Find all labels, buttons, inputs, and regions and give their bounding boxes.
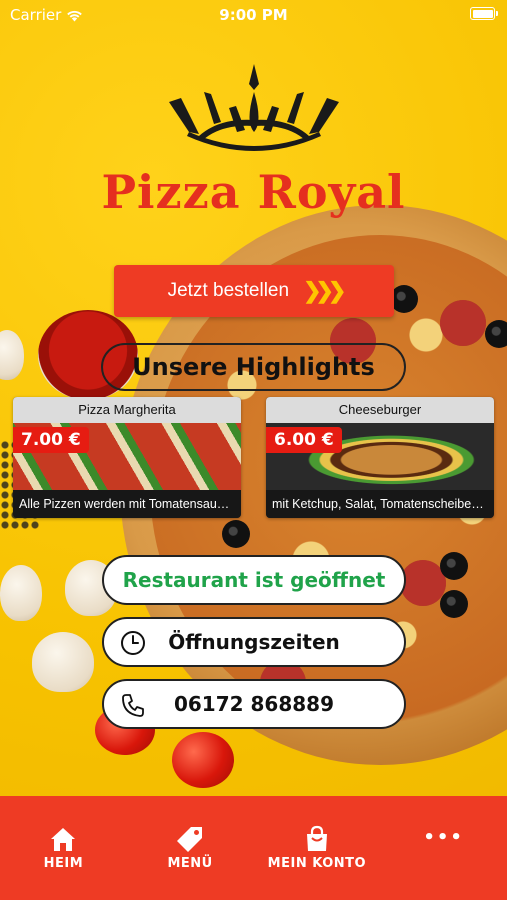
more-icon: •••	[423, 827, 464, 848]
tomato	[172, 732, 234, 788]
tab-home[interactable]: HEIM	[0, 796, 127, 900]
double-chevron-right-icon: ❯❯❯	[303, 278, 346, 303]
mushroom	[0, 330, 24, 380]
highlight-card-title: Cheeseburger	[266, 397, 494, 423]
highlight-card-description: Alle Pizzen werden mit Tomatensauce u...	[13, 490, 241, 518]
highlight-card-description: mit Ketchup, Salat, Tomatenscheiben, s..…	[266, 490, 494, 518]
highlight-card-pizza-margherita[interactable]: Pizza Margherita 7.00 € Alle Pizzen werd…	[13, 397, 241, 518]
brand-logo	[0, 62, 507, 162]
price-badge: 6.00 €	[266, 427, 342, 453]
tab-bar: HEIM MENÜ MEIN KONTO •••	[0, 796, 507, 900]
olive	[440, 590, 468, 618]
tab-account-label: MEIN KONTO	[267, 856, 367, 871]
restaurant-status-badge: Restaurant ist geöffnet	[102, 555, 406, 605]
battery-icon	[470, 7, 498, 20]
olive	[485, 320, 507, 348]
opening-hours-label: Öffnungszeiten	[168, 630, 340, 654]
highlights-heading: Unsere Highlights	[101, 343, 406, 391]
opening-hours-button[interactable]: Öffnungszeiten	[102, 617, 406, 667]
highlight-card-cheeseburger[interactable]: Cheeseburger 6.00 € mit Ketchup, Salat, …	[266, 397, 494, 518]
status-bar: Carrier 9:00 PM	[0, 0, 507, 30]
status-time: 9:00 PM	[219, 6, 288, 24]
olive	[222, 520, 250, 548]
phone-number: 06172 868889	[173, 692, 335, 716]
tab-account[interactable]: MEIN KONTO	[254, 796, 381, 900]
order-now-label: Jetzt bestellen	[167, 280, 290, 301]
olive	[390, 285, 418, 313]
crown-icon	[168, 64, 339, 151]
brand-name: Pizza Royal	[101, 165, 406, 219]
salami-slice	[440, 300, 486, 346]
price-badge: 7.00 €	[13, 427, 89, 453]
tab-menu[interactable]: MENÜ	[127, 796, 254, 900]
shopping-bag-icon	[306, 825, 327, 851]
highlight-card-title: Pizza Margherita	[13, 397, 241, 423]
phone-icon	[122, 694, 144, 717]
tab-home-label: HEIM	[43, 856, 84, 871]
home-icon	[51, 828, 76, 851]
mushroom	[32, 632, 94, 692]
tab-menu-label: MENÜ	[167, 856, 213, 871]
mushroom	[0, 565, 42, 621]
olive	[440, 552, 468, 580]
clock-icon	[121, 631, 145, 655]
tag-icon	[177, 827, 203, 852]
order-now-button[interactable]: Jetzt bestellen ❯❯❯	[114, 265, 394, 317]
phone-call-button[interactable]: 06172 868889	[102, 679, 406, 729]
restaurant-status-label: Restaurant ist geöffnet	[122, 568, 386, 592]
tab-more[interactable]: •••	[380, 796, 507, 900]
